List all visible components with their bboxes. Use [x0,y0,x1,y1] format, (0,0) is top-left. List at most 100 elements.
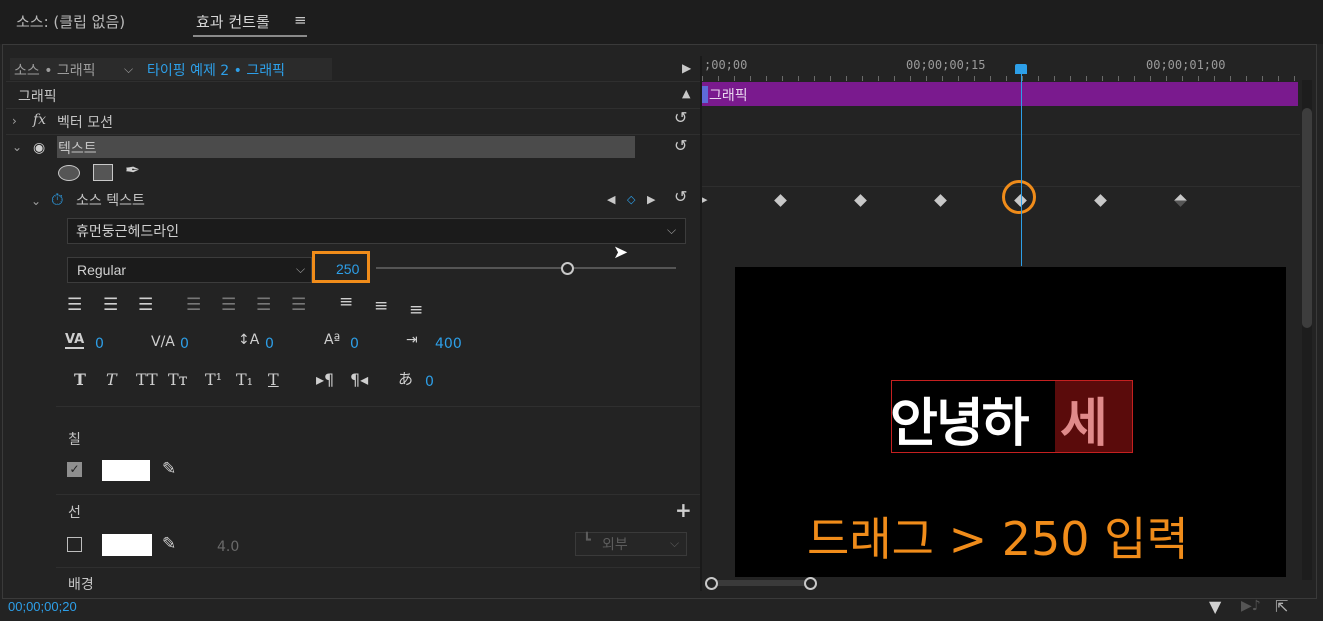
chevron-down-icon[interactable]: ⌵ [124,62,133,77]
font-size-slider-track[interactable] [376,267,676,269]
chevron-down-icon[interactable]: ⌵ [296,262,305,277]
align-middle-icon[interactable]: ≡ [374,296,388,316]
visibility-eye-icon[interactable]: ◉ [33,140,45,156]
ruler-ticks [702,76,1300,81]
stroke-label: 선 [68,505,81,521]
playhead-line[interactable] [1021,74,1022,266]
chevron-down-icon[interactable]: ⌵ [667,223,676,238]
stroke-width-value[interactable]: 4.0 [217,539,239,555]
current-keyframe-highlight [1002,180,1036,214]
collapse-up-icon[interactable]: ▲ [682,87,690,100]
effect-timeline: ;00;00 00;00;00;15 00;00;01;00 그래픽 ▸ 안녕하… [702,56,1300,591]
all-caps-icon[interactable]: TT [136,370,158,389]
text-layer-row[interactable] [57,136,635,158]
vertical-scrollbar-thumb[interactable] [1302,108,1312,328]
filter-icon[interactable]: ▼ [1209,597,1221,616]
instruction-caption: 드래그 > 250 입력 [807,512,1189,566]
preview-text-selected: 세 [1060,394,1108,454]
play-audio-icon[interactable]: ▶♪ [1241,598,1261,614]
reset-text-icon[interactable]: ↺ [674,136,687,155]
ruler-time-2: 00;00;01;00 [1146,58,1226,72]
tab-width-value[interactable]: 400 [435,336,462,352]
next-keyframe-icon[interactable]: ▶ [647,193,655,206]
justify-center-icon[interactable]: ☰ [221,295,236,315]
reset-vector-motion-icon[interactable]: ↺ [674,108,687,127]
tab-source[interactable]: 소스: (클립 없음) [16,11,125,32]
zoom-handle-left[interactable] [705,577,718,590]
export-icon[interactable]: ⇱ [1275,597,1288,616]
rtl-direction-icon[interactable]: ¶◂ [350,370,368,389]
add-stroke-icon[interactable]: + [675,498,692,522]
subscript-icon[interactable]: T₁ [236,370,253,389]
add-keyframe-icon[interactable]: ◇ [627,193,635,206]
fill-color-swatch[interactable] [102,460,150,481]
underline-icon[interactable]: T [268,370,279,389]
clip-label: 그래픽 [709,88,748,104]
align-center-icon[interactable]: ☰ [103,295,118,315]
tab-effect-controls[interactable]: 효과 컨트롤 [196,11,270,32]
play-clip-icon[interactable]: ▶ [682,61,691,75]
fill-checkbox[interactable]: ✓ [67,462,82,477]
faux-italic-icon[interactable]: T [106,370,117,389]
align-top-icon[interactable]: ≡ [339,292,353,312]
preview-text-white: 안녕하 [890,394,1030,454]
tracking-value[interactable]: 0 [180,336,189,352]
keyframe-end[interactable] [1174,194,1187,207]
zoom-handle-right[interactable] [804,577,817,590]
tsume-icon: あ [398,370,414,388]
keyframe-start-icon[interactable]: ▸ [702,193,708,206]
small-caps-icon[interactable]: Tт [168,370,188,389]
justify-left-icon[interactable]: ☰ [186,295,201,315]
stopwatch-icon[interactable]: ⏱ [51,190,63,210]
baseline-shift-value[interactable]: 0 [350,336,359,352]
align-bottom-icon[interactable]: ≡ [409,300,423,320]
collapse-source-text-icon[interactable]: ⌄ [31,194,41,208]
status-bar: 00;00;00;20 ▼ ▶♪ ⇱ [0,597,1323,621]
keyframe[interactable] [854,194,867,207]
justify-all-icon[interactable]: ☰ [291,295,306,315]
stroke-color-swatch[interactable] [102,534,152,556]
mouse-cursor-icon: ➤ [613,242,629,263]
rectangle-mask-icon[interactable] [93,164,113,181]
superscript-icon[interactable]: T¹ [205,370,222,389]
text-layer-label[interactable]: 텍스트 [58,138,97,158]
font-size-value[interactable]: 250 [336,261,359,277]
font-size-slider-thumb[interactable] [561,262,574,275]
fill-eyedropper-icon[interactable]: ✎ [162,459,176,479]
prev-keyframe-icon[interactable]: ◀ [607,193,615,206]
tsume-value[interactable]: 0 [425,374,434,390]
stroke-eyedropper-icon[interactable]: ✎ [162,534,176,554]
fx-icon[interactable]: fx [33,112,46,128]
graphic-clip-bar[interactable] [702,82,1298,106]
leading-value[interactable]: 0 [265,336,274,352]
clip-name-link[interactable]: 타이핑 예제 2 • 그래픽 [147,60,285,80]
align-right-icon[interactable]: ☰ [138,295,153,315]
justify-right-icon[interactable]: ☰ [256,295,271,315]
active-tab-underline [193,35,307,37]
tracking-icon: V/A [151,334,175,350]
panel-tab-bar: 소스: (클립 없음) 효과 컨트롤 ≡ [0,0,1323,44]
zoom-scrollbar[interactable] [708,580,814,586]
clip-start-marker [702,86,708,103]
keyframe[interactable] [934,194,947,207]
keyframe[interactable] [1094,194,1107,207]
panel-menu-icon[interactable]: ≡ [294,11,307,29]
vector-motion-label: 벡터 모션 [57,115,113,131]
ltr-direction-icon[interactable]: ▸¶ [316,370,334,389]
align-left-icon[interactable]: ☰ [67,295,82,315]
expand-vector-motion-icon[interactable]: › [12,114,17,128]
font-family-value: 휴먼둥근헤드라인 [76,224,180,240]
reset-source-text-icon[interactable]: ↺ [674,187,687,206]
playhead-handle[interactable] [1015,64,1027,74]
kerning-value[interactable]: 0 [95,336,104,352]
stroke-checkbox[interactable] [67,537,82,552]
pen-mask-icon[interactable]: ✒ [125,160,140,181]
faux-bold-icon[interactable]: T [74,370,86,389]
current-timecode[interactable]: 00;00;00;20 [8,599,77,614]
ruler-time-0: ;00;00 [704,58,748,72]
ellipse-mask-icon[interactable] [58,165,80,181]
keyframe[interactable] [774,194,787,207]
stroke-type-icon: ┗ [583,533,591,548]
collapse-text-icon[interactable]: ⌄ [12,140,22,154]
effect-controls-properties: 소스 • 그래픽 ⌵ 타이핑 예제 2 • 그래픽 ▶ 그래픽 ▲ › fx 벡… [6,56,700,591]
